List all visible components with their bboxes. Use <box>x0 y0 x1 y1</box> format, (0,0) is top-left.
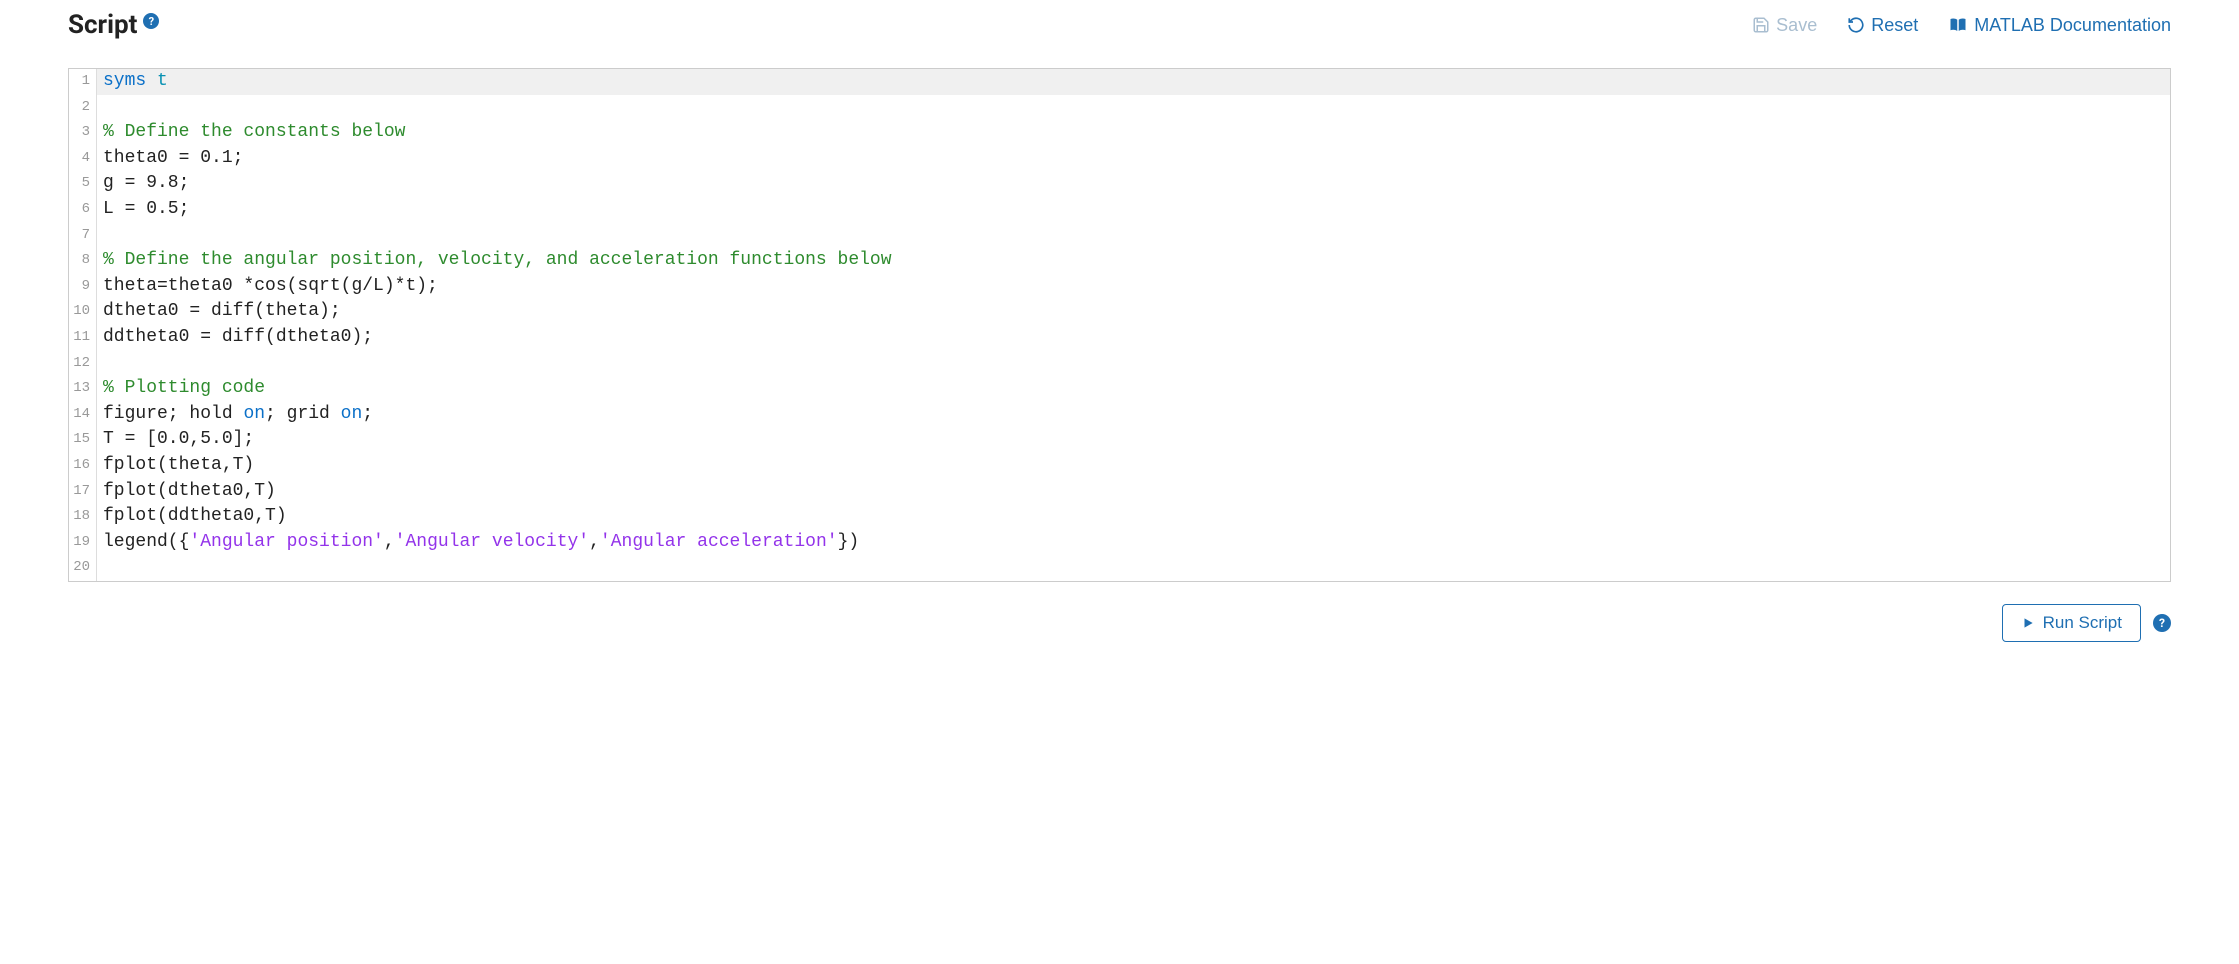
line-number: 3 <box>69 120 97 146</box>
line-number: 6 <box>69 197 97 223</box>
line-number: 7 <box>69 223 97 249</box>
code-editor[interactable]: 1syms t2 3% Define the constants below4t… <box>68 68 2171 582</box>
code-content[interactable]: theta0 = 0.1; <box>97 146 2170 172</box>
help-icon[interactable]: ? <box>2153 614 2171 632</box>
line-number: 19 <box>69 530 97 556</box>
code-line[interactable]: 14figure; hold on; grid on; <box>69 402 2170 428</box>
code-content[interactable]: T = [0.0,5.0]; <box>97 427 2170 453</box>
toolbar: Save Reset MATLAB Documentation <box>1752 15 2171 36</box>
code-content[interactable]: dtheta0 = diff(theta); <box>97 299 2170 325</box>
code-line[interactable]: 13% Plotting code <box>69 376 2170 402</box>
code-content[interactable] <box>97 95 2170 121</box>
code-line[interactable]: 9theta=theta0 *cos(sqrt(g/L)*t); <box>69 274 2170 300</box>
code-content[interactable]: figure; hold on; grid on; <box>97 402 2170 428</box>
code-line[interactable]: 17fplot(dtheta0,T) <box>69 479 2170 505</box>
code-content[interactable]: fplot(ddtheta0,T) <box>97 504 2170 530</box>
code-line[interactable]: 16fplot(theta,T) <box>69 453 2170 479</box>
save-button[interactable]: Save <box>1752 15 1817 36</box>
reset-icon <box>1847 16 1865 34</box>
line-number: 8 <box>69 248 97 274</box>
code-content[interactable]: syms t <box>97 69 2170 95</box>
book-icon <box>1948 16 1968 34</box>
code-content[interactable]: fplot(dtheta0,T) <box>97 479 2170 505</box>
line-number: 5 <box>69 171 97 197</box>
save-label: Save <box>1776 15 1817 36</box>
code-content[interactable] <box>97 351 2170 377</box>
code-line[interactable]: 8% Define the angular position, velocity… <box>69 248 2170 274</box>
line-number: 9 <box>69 274 97 300</box>
save-icon <box>1752 16 1770 34</box>
line-number: 12 <box>69 351 97 377</box>
code-content[interactable]: % Define the constants below <box>97 120 2170 146</box>
code-content[interactable]: % Define the angular position, velocity,… <box>97 248 2170 274</box>
code-line[interactable]: 18fplot(ddtheta0,T) <box>69 504 2170 530</box>
page-title: Script <box>68 10 137 40</box>
code-line[interactable]: 10dtheta0 = diff(theta); <box>69 299 2170 325</box>
line-number: 18 <box>69 504 97 530</box>
footer-row: Run Script ? <box>68 604 2171 642</box>
code-line[interactable]: 3% Define the constants below <box>69 120 2170 146</box>
line-number: 20 <box>69 555 97 581</box>
code-content[interactable] <box>97 223 2170 249</box>
code-content[interactable] <box>97 555 2170 581</box>
line-number: 1 <box>69 69 97 95</box>
code-content[interactable]: ddtheta0 = diff(dtheta0); <box>97 325 2170 351</box>
run-script-button[interactable]: Run Script <box>2002 604 2141 642</box>
line-number: 15 <box>69 427 97 453</box>
docs-label: MATLAB Documentation <box>1974 15 2171 36</box>
code-line[interactable]: 11ddtheta0 = diff(dtheta0); <box>69 325 2170 351</box>
docs-button[interactable]: MATLAB Documentation <box>1948 15 2171 36</box>
code-content[interactable]: fplot(theta,T) <box>97 453 2170 479</box>
header-row: Script ? Save Reset <box>68 10 2171 40</box>
line-number: 2 <box>69 95 97 121</box>
code-content[interactable]: % Plotting code <box>97 376 2170 402</box>
code-line[interactable]: 12 <box>69 351 2170 377</box>
line-number: 17 <box>69 479 97 505</box>
code-content[interactable]: g = 9.8; <box>97 171 2170 197</box>
code-line[interactable]: 15T = [0.0,5.0]; <box>69 427 2170 453</box>
line-number: 13 <box>69 376 97 402</box>
code-line[interactable]: 4theta0 = 0.1; <box>69 146 2170 172</box>
code-line[interactable]: 19legend({'Angular position','Angular ve… <box>69 530 2170 556</box>
code-line[interactable]: 5g = 9.8; <box>69 171 2170 197</box>
line-number: 10 <box>69 299 97 325</box>
reset-label: Reset <box>1871 15 1918 36</box>
code-content[interactable]: L = 0.5; <box>97 197 2170 223</box>
run-label: Run Script <box>2043 613 2122 633</box>
code-content[interactable]: legend({'Angular position','Angular velo… <box>97 530 2170 556</box>
code-line[interactable]: 1syms t <box>69 69 2170 95</box>
code-line[interactable]: 20 <box>69 555 2170 581</box>
code-line[interactable]: 7 <box>69 223 2170 249</box>
reset-button[interactable]: Reset <box>1847 15 1918 36</box>
line-number: 11 <box>69 325 97 351</box>
line-number: 16 <box>69 453 97 479</box>
code-line[interactable]: 2 <box>69 95 2170 121</box>
line-number: 4 <box>69 146 97 172</box>
line-number: 14 <box>69 402 97 428</box>
code-line[interactable]: 6L = 0.5; <box>69 197 2170 223</box>
title-group: Script ? <box>68 10 159 40</box>
play-icon <box>2021 616 2035 630</box>
code-content[interactable]: theta=theta0 *cos(sqrt(g/L)*t); <box>97 274 2170 300</box>
help-icon[interactable]: ? <box>143 13 159 29</box>
